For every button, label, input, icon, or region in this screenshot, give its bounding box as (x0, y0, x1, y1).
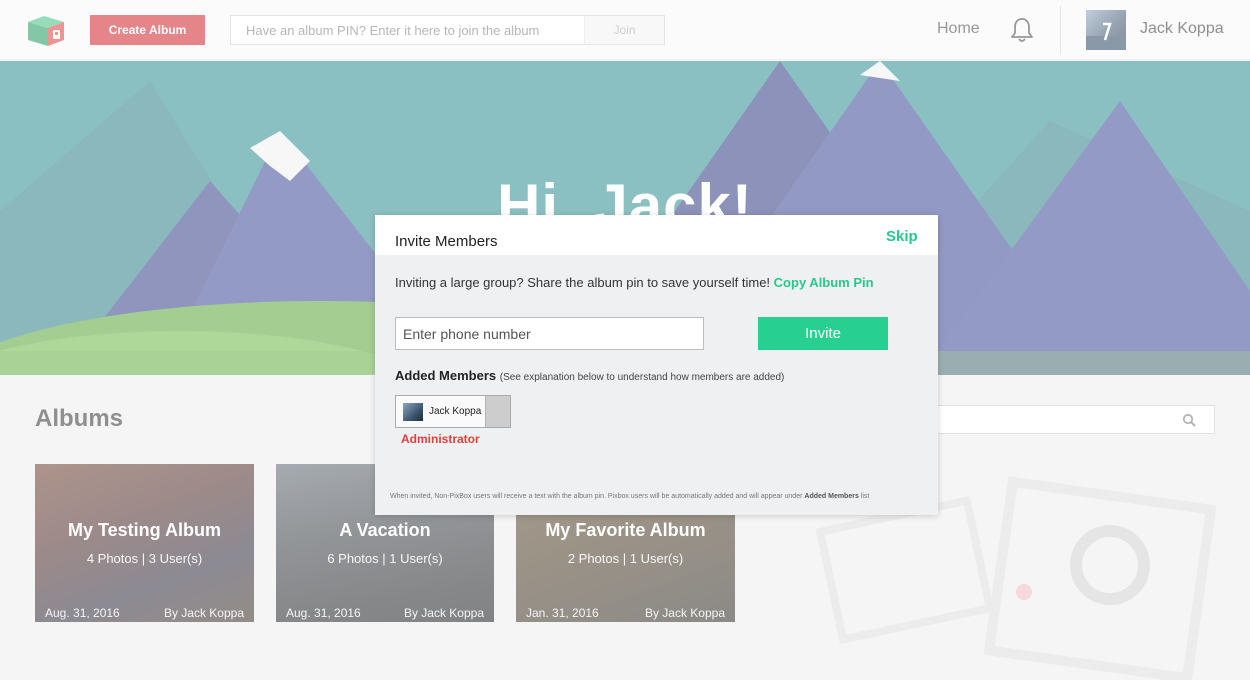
member-role: Administrator (401, 432, 480, 446)
added-members-heading: Added Members (See explanation below to … (395, 368, 784, 383)
dialog-header: Invite Members Skip (375, 215, 938, 255)
footnote-text: When invited, Non-PixBox users will rece… (390, 493, 803, 500)
dialog-title: Invite Members (395, 233, 498, 250)
invite-hint-text: Inviting a large group? Share the album … (395, 275, 771, 290)
dialog-footnote: When invited, Non-PixBox users will rece… (390, 493, 869, 500)
added-members-label: Added Members (395, 368, 497, 383)
member-info: Jack Koppa (396, 396, 485, 427)
skip-button[interactable]: Skip (886, 228, 918, 245)
added-members-note: (See explanation below to understand how… (499, 372, 785, 383)
invite-button[interactable]: Invite (758, 317, 888, 350)
invite-hint: Inviting a large group? Share the album … (395, 275, 874, 290)
footnote-end: list (860, 493, 870, 500)
footnote-bold: Added Members (804, 493, 859, 500)
phone-number-input[interactable] (395, 317, 704, 350)
member-chip[interactable]: Jack Koppa (395, 395, 511, 428)
member-name: Jack Koppa (429, 406, 482, 417)
invite-members-dialog: Invite Members Skip Inviting a large gro… (375, 215, 938, 515)
member-avatar (403, 402, 423, 421)
member-chip-handle[interactable] (485, 396, 510, 427)
copy-album-pin-link[interactable]: Copy Album Pin (774, 275, 874, 290)
